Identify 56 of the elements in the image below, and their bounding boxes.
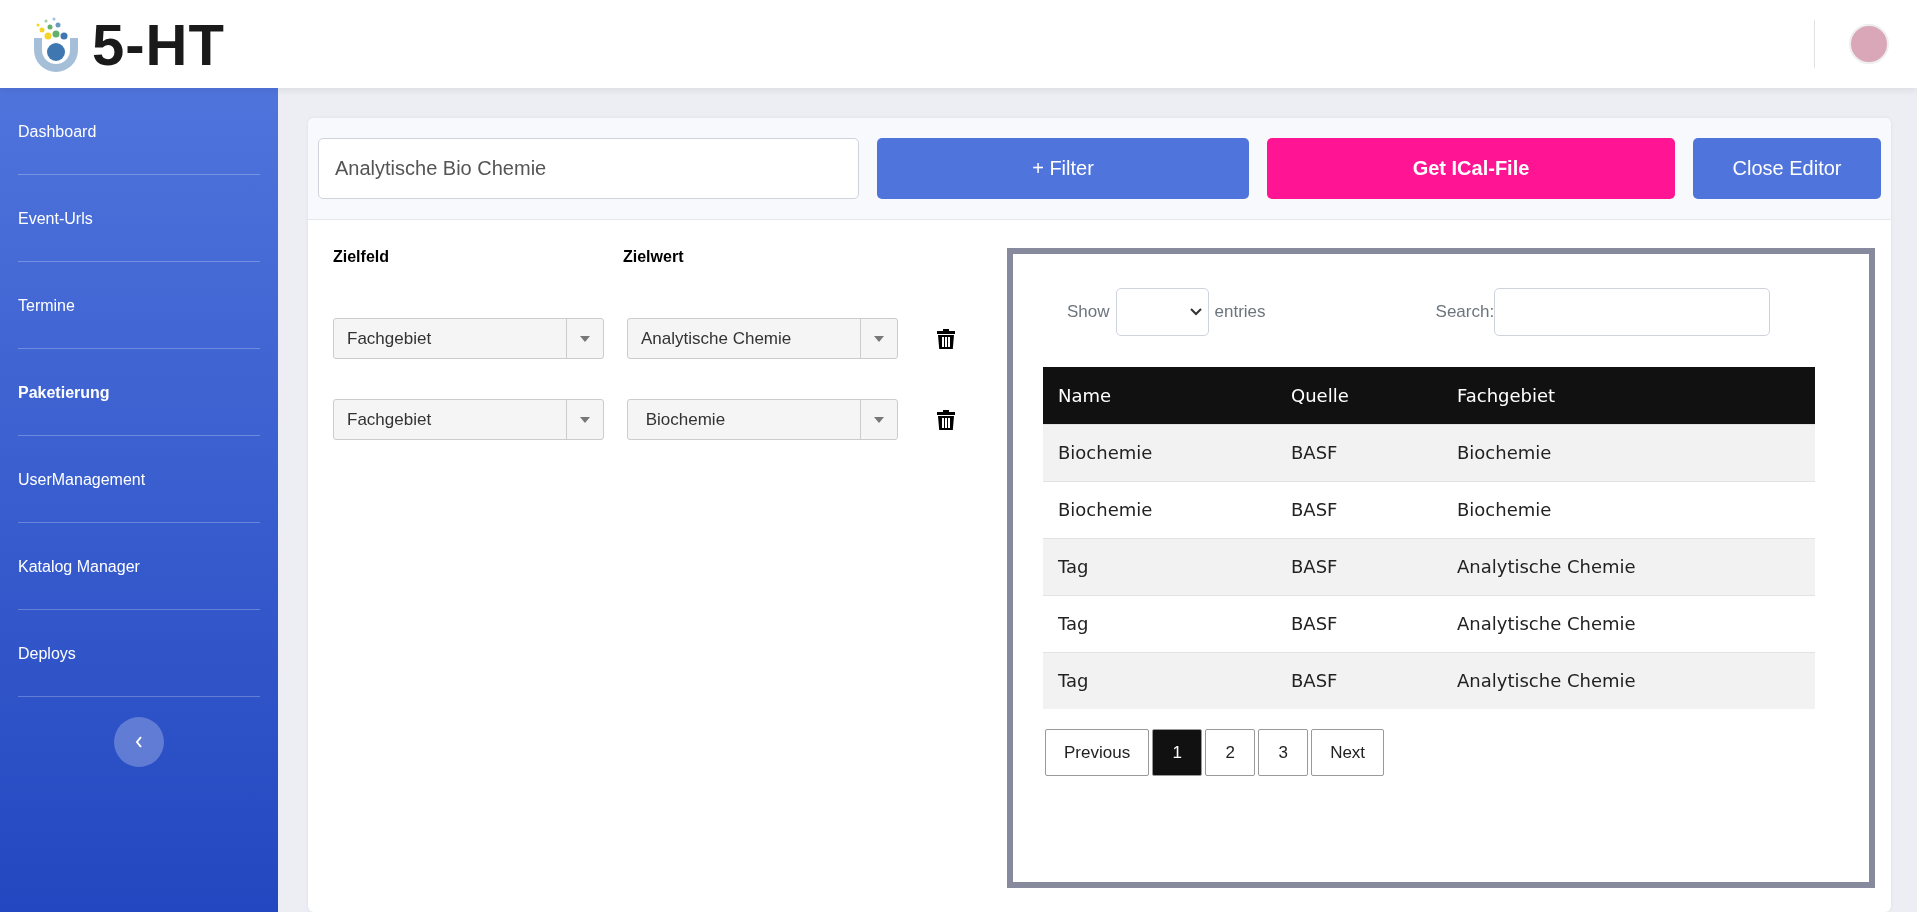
sidebar-item[interactable]: Katalog Manager	[18, 523, 260, 610]
sidebar-item[interactable]: Dashboard	[18, 88, 260, 175]
caret-icon	[874, 335, 884, 342]
search-label: Search:	[1435, 302, 1495, 322]
sidebar-item[interactable]: Paketierung	[18, 349, 260, 436]
sidebar-item[interactable]: Termine	[18, 262, 260, 349]
table-cell: BASF	[1276, 652, 1442, 709]
chevron-left-icon	[135, 736, 143, 748]
entries-label: entries	[1214, 302, 1266, 322]
table-cell: BASF	[1276, 481, 1442, 538]
column-heading: Zielfeld	[333, 248, 390, 266]
collapse-button[interactable]	[114, 717, 164, 767]
sidebar-item[interactable]: UserManagement	[18, 436, 260, 523]
page-button[interactable]: 3	[1258, 729, 1309, 776]
page-button[interactable]: 2	[1205, 729, 1256, 776]
table-cell: BASF	[1276, 595, 1442, 652]
logo-text: 5-HT	[92, 10, 225, 78]
table-cell: Analytische Chemie	[1442, 652, 1815, 709]
sidebar-item[interactable]: Deploys	[18, 610, 260, 697]
field-dropdown[interactable]: Fachgebiet	[333, 399, 604, 440]
caret-icon	[874, 416, 884, 423]
chevron-down-icon	[1189, 308, 1202, 316]
sidebar-item[interactable]: Event-Urls	[18, 175, 260, 262]
toolbar-button[interactable]: + Filter	[877, 138, 1249, 199]
entries-dropdown[interactable]	[1115, 288, 1209, 336]
table-cell: Analytische Chemie	[1442, 595, 1815, 652]
avatar[interactable]	[1849, 24, 1889, 64]
table-cell: Biochemie	[1442, 424, 1815, 481]
page-button[interactable]: Next	[1311, 729, 1385, 776]
caret-icon	[580, 335, 590, 342]
table-header-cell: Quelle	[1276, 367, 1442, 424]
toolbar-button[interactable]: Close Editor	[1693, 138, 1881, 199]
trash-icon[interactable]	[937, 328, 955, 349]
trash-icon[interactable]	[937, 409, 955, 430]
value-dropdown[interactable]: Biochemie	[627, 399, 898, 440]
table-cell: Biochemie	[1442, 481, 1815, 538]
table-header-cell: Fachgebiet	[1442, 367, 1815, 424]
search-field[interactable]	[1494, 288, 1771, 336]
page-button[interactable]: 1	[1152, 729, 1203, 776]
table-cell: Tag	[1043, 652, 1276, 709]
table-cell: Analytische Chemie	[1442, 538, 1815, 595]
table-cell: BASF	[1276, 424, 1442, 481]
table-cell: Biochemie	[1043, 424, 1276, 481]
table-header-cell: Name	[1043, 367, 1276, 424]
page-button[interactable]: Previous	[1045, 729, 1150, 776]
table-cell: Biochemie	[1043, 481, 1276, 538]
show-label: Show	[1067, 302, 1110, 322]
name-input-field[interactable]: Analytische Bio Chemie	[318, 138, 859, 199]
table-cell: Tag	[1043, 595, 1276, 652]
column-heading: Zielwert	[623, 248, 685, 266]
value-dropdown[interactable]: Analytische Chemie	[627, 318, 898, 359]
download-button[interactable]: Get ICal-File	[1267, 138, 1675, 199]
caret-icon	[580, 416, 590, 423]
table-cell: BASF	[1276, 538, 1442, 595]
field-dropdown[interactable]: Fachgebiet	[333, 318, 604, 359]
table-cell: Tag	[1043, 538, 1276, 595]
